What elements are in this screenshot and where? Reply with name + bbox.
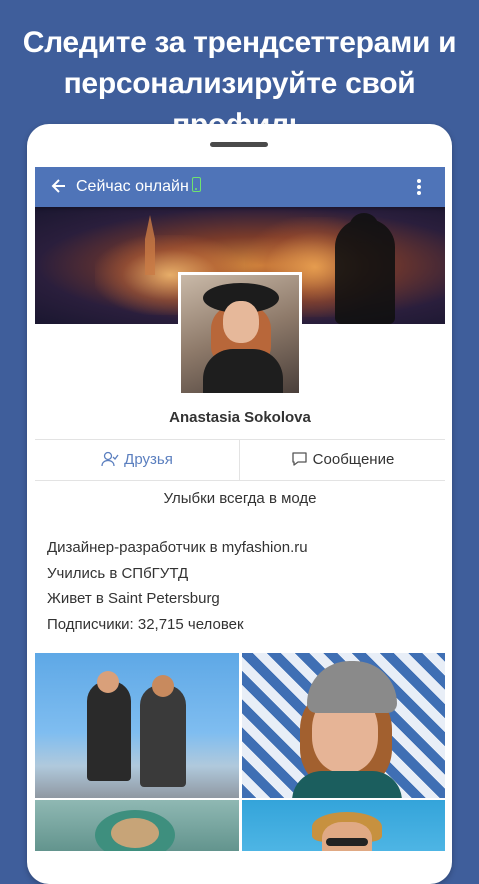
info-job: Дизайнер-разработчик в myfashion.ru [47,539,308,556]
message-button-label: Сообщение [312,451,395,468]
profile-info: Дизайнер-разработчик в myfashion.ru Учил… [47,535,308,637]
avatar[interactable] [178,272,302,396]
profile-name: Anastasia Sokolova [169,409,311,426]
message-button[interactable]: Сообщение [240,440,445,480]
avatar-photo [181,275,299,393]
photo-tile[interactable] [35,653,239,798]
divider [35,480,445,481]
photo-tile[interactable] [242,653,445,798]
user-check-icon [101,451,119,466]
more-vertical-icon[interactable] [416,179,422,195]
app-bar: Сейчас онлайн [35,167,445,207]
promo-headline-line-1: Следите за трендсеттерами и [22,26,457,59]
info-education: Учились в СПбГУТД [47,564,189,582]
friends-button[interactable]: Друзья [35,440,239,480]
photo-tile[interactable] [35,800,239,851]
info-city: Живет в Saint Petersburg [47,590,220,607]
friends-button-label: Друзья [124,451,173,468]
info-followers[interactable]: Подписчики: 32,715 человек [47,612,308,638]
app-bar-title: Сейчас онлайн [76,178,189,195]
phone-speaker [210,142,268,147]
phone-online-icon [192,177,201,192]
profile-screen: Сейчас онлайн Anastasia Sokolova Друзья … [35,167,445,851]
arrow-left-icon[interactable] [50,176,68,196]
chat-bubble-icon [292,451,307,466]
profile-status: Улыбки всегда в моде [163,490,317,507]
photo-tile[interactable] [242,800,445,851]
